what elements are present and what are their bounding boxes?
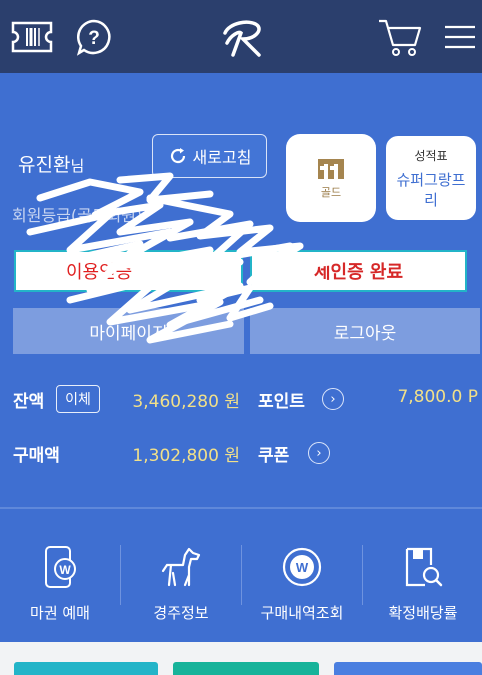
document-search-icon	[405, 547, 443, 587]
auth-status-right[interactable]: 세인증 완료	[250, 250, 467, 292]
bottom-tab-1[interactable]	[14, 662, 158, 675]
quick-menu-label: 확정배당률	[388, 604, 458, 622]
balance-label: 잔액	[13, 392, 45, 412]
report-card-value: 슈퍼그랑프리	[396, 170, 466, 209]
point-value: 7,800.0 P	[397, 387, 478, 407]
horse-icon	[161, 547, 201, 587]
help-icon[interactable]: ?	[72, 0, 116, 73]
quick-menu-item-ticket-booking[interactable]: W 마권 예매	[0, 509, 120, 642]
ticket-icon[interactable]	[8, 0, 56, 73]
refresh-label: 새로고침	[192, 148, 252, 167]
gold-grade-icon	[318, 158, 344, 179]
auth-left-label: 이용인증	[66, 262, 133, 283]
cart-icon[interactable]	[376, 0, 424, 73]
mypage-label: 마이페이지	[89, 323, 168, 344]
coupon-label: 쿠폰	[258, 446, 290, 466]
refresh-icon	[170, 148, 185, 164]
logout-label: 로그아웃	[333, 323, 397, 344]
member-grade-text: 회원등급(골드회원)	[12, 206, 143, 225]
transfer-label: 이체	[65, 392, 91, 408]
point-label: 포인트	[258, 392, 305, 412]
user-name-suffix: 님	[70, 157, 85, 175]
purchase-value: 1,302,800 원	[132, 446, 240, 466]
grade-label: 골드	[320, 185, 342, 199]
quick-menu-label: 구매내역조회	[260, 604, 344, 622]
user-name-text: 유진환	[18, 154, 71, 176]
bottom-tab-3[interactable]	[334, 662, 482, 675]
report-card-title: 성적표	[414, 148, 448, 163]
mobile-ticket-icon: W	[45, 546, 76, 588]
point-chevron-icon[interactable]: ›	[322, 388, 344, 410]
transfer-button[interactable]: 이체	[56, 385, 100, 413]
quick-menu: W 마권 예매 경주정보 W 구매내역조회 확정배당률	[0, 509, 482, 642]
svg-text:?: ?	[88, 28, 100, 49]
purchase-label: 구매액	[13, 446, 60, 466]
auth-right-label: 세인증 완료	[313, 262, 404, 283]
bottom-tab-2[interactable]	[173, 662, 319, 675]
quick-menu-item-purchase-history[interactable]: W 구매내역조회	[242, 509, 362, 642]
coupon-chevron-icon[interactable]: ›	[308, 442, 330, 464]
balance-value: 3,460,280 원	[132, 392, 240, 412]
auth-status-left[interactable]: 이용인증	[14, 250, 243, 292]
quick-menu-item-final-odds[interactable]: 확정배당률	[363, 509, 482, 642]
won-coin-icon: W	[282, 547, 322, 587]
svg-text:W: W	[296, 560, 309, 575]
report-card[interactable]: 성적표 슈퍼그랑프리	[384, 134, 478, 222]
quick-menu-label: 경주정보	[153, 604, 209, 622]
svg-text:W: W	[59, 563, 71, 577]
top-header: ?	[0, 0, 482, 73]
bottom-area	[0, 642, 482, 675]
quick-menu-item-race-info[interactable]: 경주정보	[121, 509, 241, 642]
refresh-button[interactable]: 새로고침	[152, 134, 267, 178]
grade-card[interactable]: 골드	[286, 134, 376, 222]
logout-button[interactable]: 로그아웃	[250, 308, 480, 354]
hamburger-menu-icon[interactable]	[440, 0, 480, 73]
brand-logo-icon[interactable]	[218, 0, 268, 73]
user-name: 유진환님	[18, 150, 84, 177]
mypage-button[interactable]: 마이페이지	[13, 308, 244, 354]
quick-menu-label: 마권 예매	[30, 604, 90, 622]
